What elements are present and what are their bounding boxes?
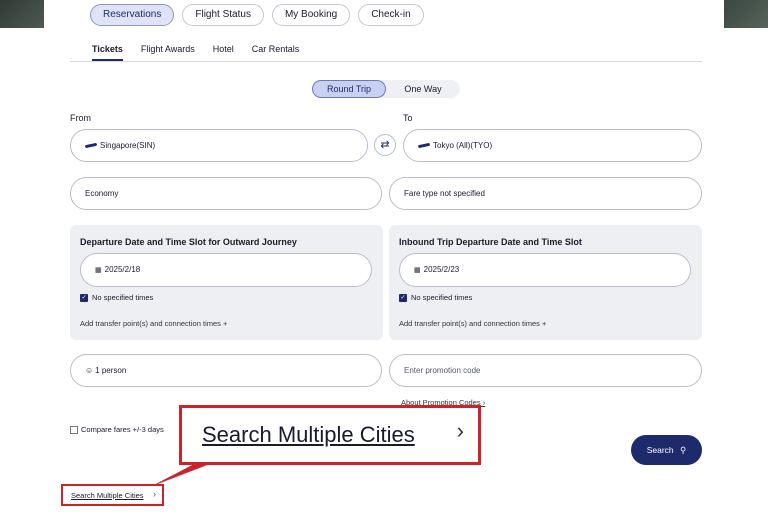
chevron-right-icon: › <box>153 489 156 499</box>
callout-text: Search Multiple Cities <box>202 422 415 447</box>
callout-box: Search Multiple Cities › <box>179 405 481 465</box>
search-label: Search <box>646 445 674 455</box>
search-button[interactable]: Search ⚲ <box>631 435 702 465</box>
search-icon: ⚲ <box>680 445 687 455</box>
multi-city-highlight: Search Multiple Cities › <box>61 484 164 506</box>
multi-city-link[interactable]: Search Multiple Cities <box>71 491 144 500</box>
chevron-right-icon: › <box>456 418 464 443</box>
